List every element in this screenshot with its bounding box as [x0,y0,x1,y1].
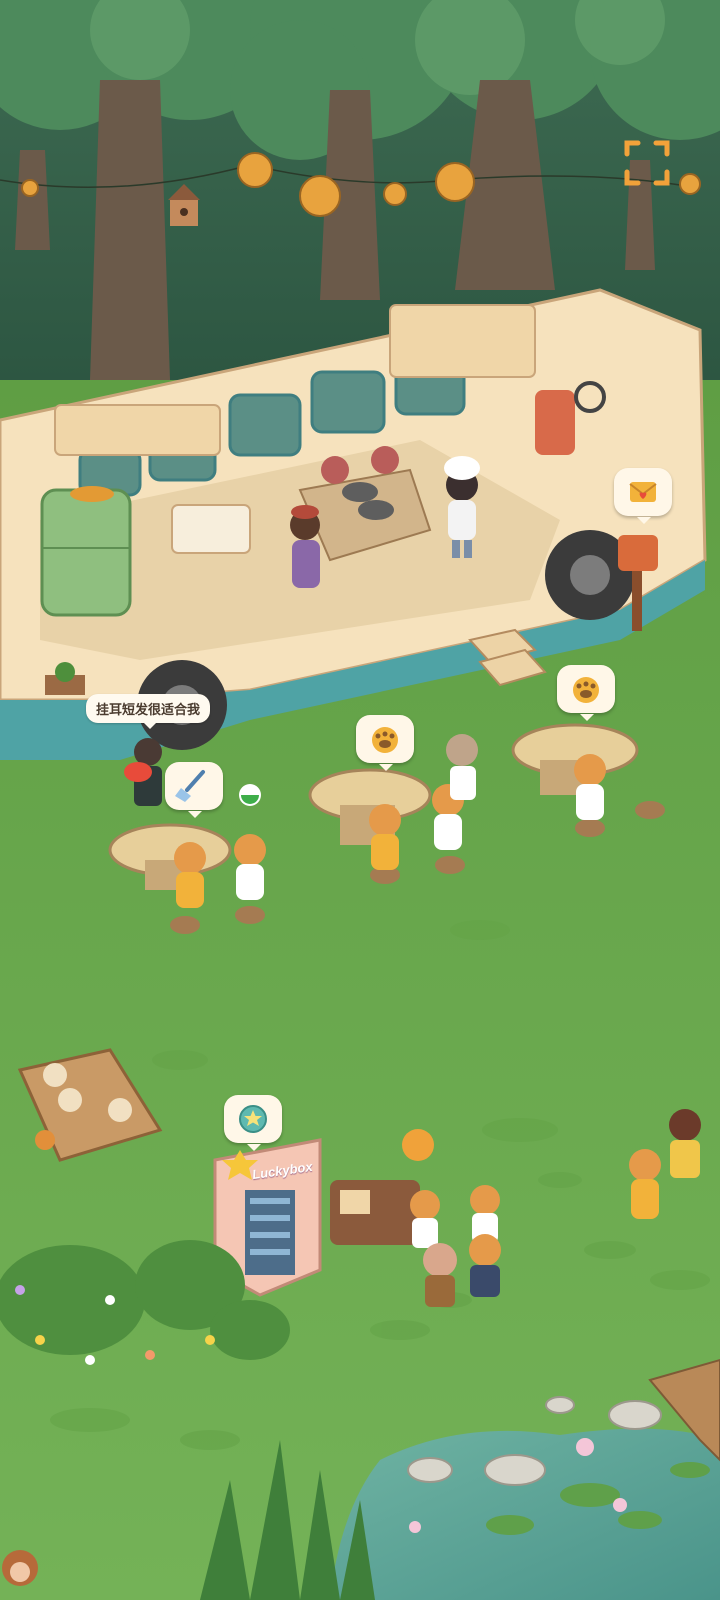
reader-character [290,505,320,588]
monkey-customer [2,1550,38,1586]
game-scene [0,0,720,1600]
fridge [40,486,132,617]
paw-bubble-right[interactable] [557,665,615,721]
token-icon [239,1105,267,1133]
clean-table-bubble[interactable] [165,762,223,818]
paw-icon [573,677,599,703]
green-dot-icon [239,784,261,806]
customer-speech-bubble: 挂耳短发很适合我 [86,694,211,729]
lucky-cat-statue [402,1129,434,1161]
token-bubble[interactable] [224,1095,282,1151]
paw-bubble-center[interactable] [356,715,414,771]
mail-bubble[interactable] [614,468,672,524]
status-indicator [238,783,262,807]
heart-letter-icon [629,482,657,502]
fullscreen-icon [624,140,670,186]
paw-icon [372,727,398,753]
driver-seat [535,390,575,455]
girl-visitor [669,1109,701,1178]
speech-text: 挂耳短发很适合我 [96,702,201,717]
sink-counter [171,504,251,554]
fullscreen-button[interactable] [622,138,672,188]
broom-icon [175,770,205,802]
